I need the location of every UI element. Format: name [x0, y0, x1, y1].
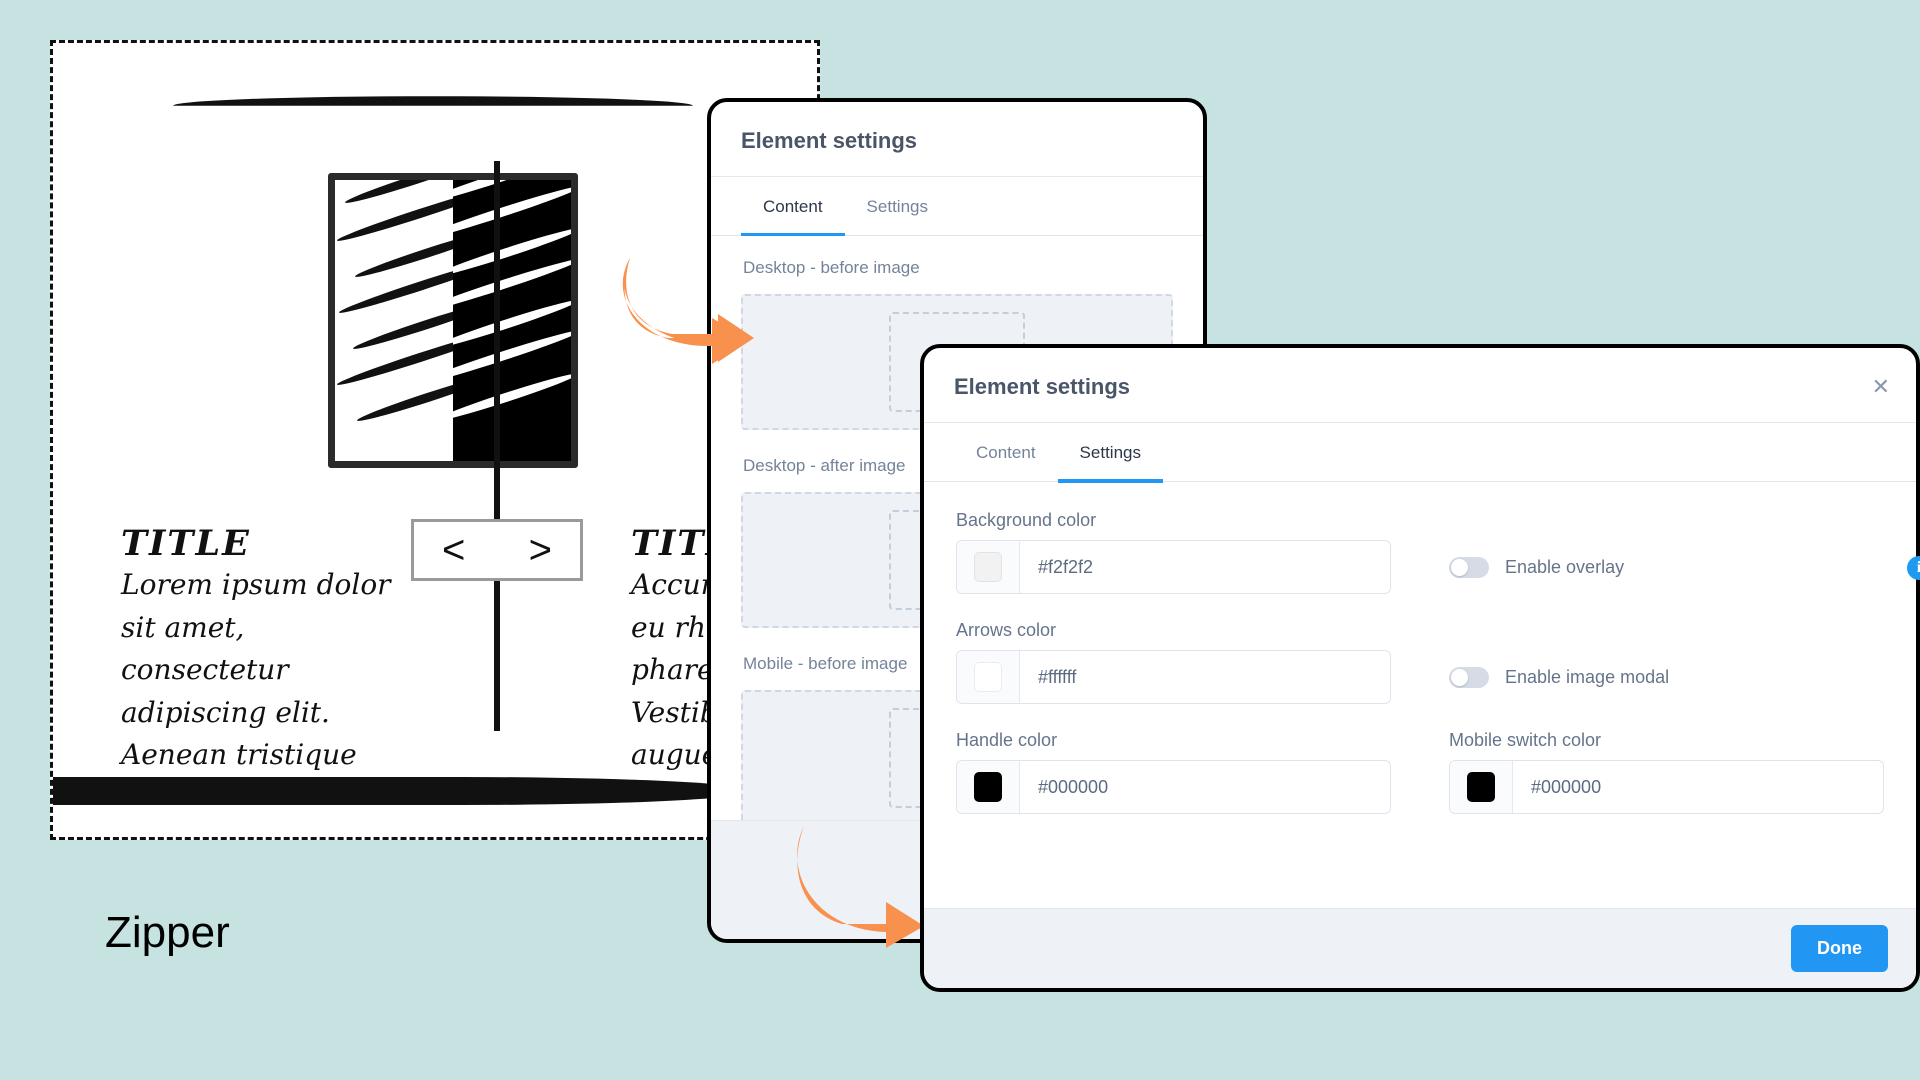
before-image-half — [335, 180, 453, 461]
page-caption: Zipper — [105, 908, 230, 957]
background-color-swatch-button[interactable] — [957, 541, 1020, 593]
illustration-bottom-stroke — [53, 777, 753, 805]
arrows-color-field[interactable] — [956, 650, 1391, 704]
settings-grid: Background color Enable overlay — [956, 510, 1884, 814]
arrows-color-swatch-button[interactable] — [957, 651, 1020, 703]
mobile-switch-color-label: Mobile switch color — [1449, 730, 1602, 750]
mobile-switch-color-swatch-button[interactable] — [1450, 761, 1513, 813]
dialog-back-header: Element settings — [711, 102, 1203, 176]
hatch-stroke — [453, 224, 571, 281]
enable-image-modal-row[interactable]: Enable image modal — [1449, 620, 1884, 704]
desktop-before-image-label: Desktop - before image — [743, 258, 920, 277]
illustration-left-text: TITLE Lorem ipsum dolor sit amet, consec… — [121, 523, 401, 777]
hatch-stroke — [355, 369, 453, 425]
chevron-right-icon: > — [528, 528, 552, 572]
illustration-canvas: < > TITLE Lorem ipsum dolor sit amet, co… — [53, 43, 817, 837]
background-color-field[interactable] — [956, 540, 1391, 594]
arrows-color-group: Arrows color — [956, 620, 1391, 704]
mobile-switch-color-group: Mobile switch color — [1449, 730, 1884, 814]
color-swatch — [974, 662, 1002, 692]
color-swatch — [1467, 772, 1495, 802]
background-color-group: Background color — [956, 510, 1391, 594]
tab-content[interactable]: Content — [954, 423, 1058, 483]
dialog-front-body: Background color Enable overlay — [924, 482, 1916, 908]
before-after-image-box — [328, 173, 578, 468]
tab-content[interactable]: Content — [741, 177, 845, 237]
close-icon[interactable]: ✕ — [1872, 376, 1890, 398]
dialog-front-footer: Done — [924, 908, 1916, 988]
comparison-divider-line — [494, 161, 500, 731]
color-swatch — [974, 772, 1002, 802]
left-panel-body: Lorem ipsum dolor sit amet, consectetur … — [121, 568, 391, 772]
tab-settings[interactable]: Settings — [1057, 423, 1163, 483]
enable-overlay-label: Enable overlay — [1505, 556, 1625, 577]
enable-overlay-toggle[interactable] — [1449, 556, 1489, 578]
mobile-switch-color-field[interactable] — [1449, 760, 1884, 814]
background-color-label: Background color — [956, 510, 1097, 530]
hatch-stroke — [335, 182, 453, 245]
dialog-front-header: Element settings ✕ — [924, 348, 1916, 422]
toggle-knob — [1451, 558, 1468, 576]
dialog-back-title: Element settings — [741, 128, 918, 153]
enable-image-modal-label: Enable image modal — [1505, 666, 1670, 687]
zipper-illustration-card: < > TITLE Lorem ipsum dolor sit amet, co… — [50, 40, 820, 840]
element-settings-dialog-front: Element settings ✕ Content Settings Back… — [920, 344, 1920, 992]
handle-color-label: Handle color — [956, 730, 1058, 750]
tab-settings[interactable]: Settings — [845, 177, 950, 237]
screenshot-root: < > TITLE Lorem ipsum dolor sit amet, co… — [0, 0, 1920, 1080]
comparison-handle[interactable]: < > — [411, 519, 583, 581]
hatch-stroke — [453, 369, 571, 425]
arrows-color-input[interactable] — [1020, 651, 1390, 703]
done-button[interactable]: Done — [1791, 925, 1888, 972]
left-panel-title: TITLE — [121, 523, 251, 564]
dialog-back-tabs: Content Settings — [711, 176, 1203, 237]
handle-color-group: Handle color — [956, 730, 1391, 814]
illustration-top-stroke — [173, 96, 693, 106]
background-color-input[interactable] — [1020, 541, 1390, 593]
handle-color-input[interactable] — [1020, 761, 1390, 813]
after-image-half — [453, 180, 571, 461]
dialog-front-tabs: Content Settings — [924, 422, 1916, 483]
hatch-stroke — [453, 296, 571, 353]
chevron-left-icon: < — [442, 528, 466, 572]
handle-color-field[interactable] — [956, 760, 1391, 814]
enable-image-modal-toggle[interactable] — [1449, 666, 1489, 688]
handle-color-swatch-button[interactable] — [957, 761, 1020, 813]
arrows-color-label: Arrows color — [956, 620, 1057, 640]
toggle-knob — [1451, 668, 1468, 686]
dialog-front-title: Element settings — [954, 374, 1131, 399]
color-swatch — [974, 552, 1002, 582]
enable-overlay-row[interactable]: Enable overlay — [1449, 510, 1884, 594]
mobile-switch-color-input[interactable] — [1513, 761, 1883, 813]
